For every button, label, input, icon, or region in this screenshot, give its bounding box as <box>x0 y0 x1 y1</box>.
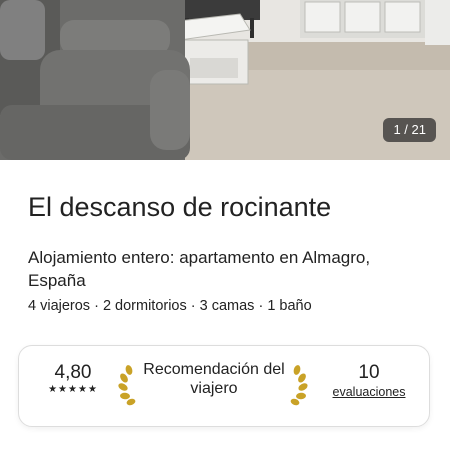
rating-block: 4,80 ★★★★★ <box>29 362 117 396</box>
listing-photo[interactable]: 1 / 21 <box>0 0 450 160</box>
reviews-block[interactable]: 10 evaluaciones <box>319 362 419 400</box>
guest-favorite-label: Recomendación del viajero <box>143 361 285 397</box>
photo-counter: 1 / 21 <box>383 118 436 142</box>
laurel-left-icon <box>118 365 136 406</box>
reviews-link[interactable]: evaluaciones <box>319 384 419 400</box>
listing-details-sheet: El descanso de rocinante Alojamiento ent… <box>0 160 450 450</box>
listing-capacity-details: 4 viajeros · 2 dormitorios · 3 camas · 1… <box>28 298 312 314</box>
guest-favorite-card[interactable]: 4,80 ★★★★★ Recomendación del viajero 10 … <box>18 345 430 427</box>
reviews-count: 10 <box>358 362 380 383</box>
rating-stars: ★★★★★ <box>48 384 98 395</box>
laurel-right-icon <box>290 365 308 406</box>
rating-value: 4,80 <box>54 362 92 383</box>
listing-subtitle: Alojamiento entero: apartamento en Almag… <box>28 248 371 290</box>
listing-title: El descanso de rocinante <box>28 192 332 222</box>
